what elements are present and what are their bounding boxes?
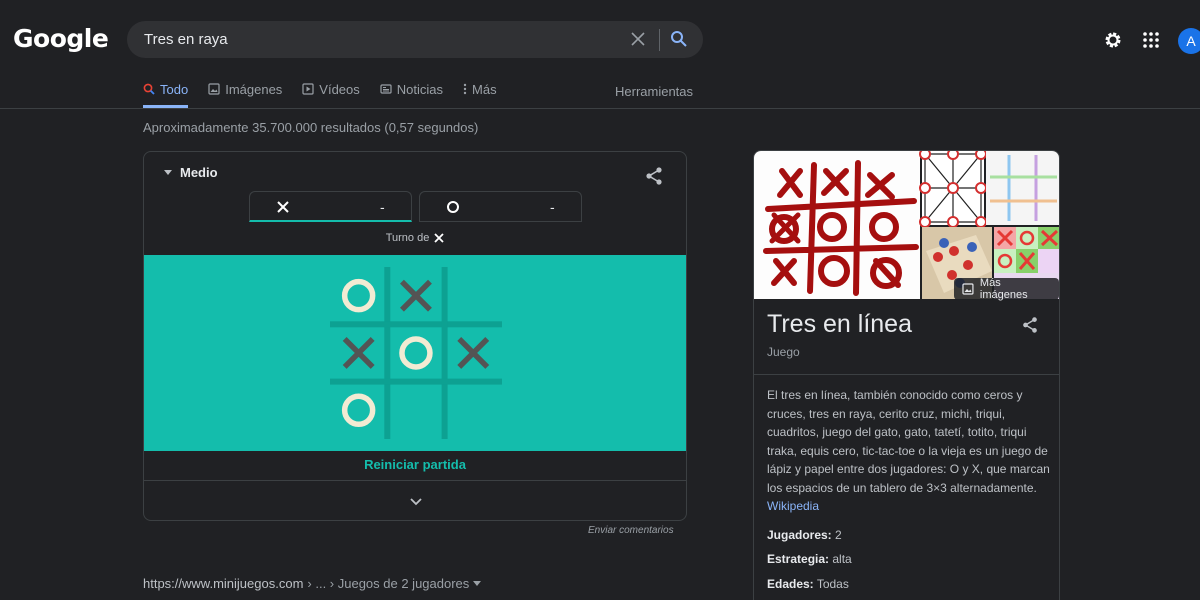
board-cell[interactable] bbox=[448, 270, 499, 321]
search-divider bbox=[659, 29, 660, 51]
caret-down-icon[interactable] bbox=[473, 580, 482, 587]
search-tabs: Todo Imágenes Vídeos Noticias Más bbox=[143, 82, 497, 108]
result-url[interactable]: https://www.minijuegos.com › ... › Juego… bbox=[143, 576, 482, 591]
search-input[interactable]: Tres en raya bbox=[144, 31, 228, 48]
fact-value: 2 bbox=[835, 528, 842, 542]
gear-icon[interactable] bbox=[1103, 30, 1123, 50]
grid-line bbox=[330, 321, 502, 328]
tic-tac-toe-card: Medio - - Turno de Reiniciar partida bbox=[143, 151, 687, 521]
knowledge-panel: Más imágenes Tres en línea Juego El tres… bbox=[753, 150, 1060, 600]
difficulty-label: Medio bbox=[180, 165, 218, 180]
image-icon bbox=[208, 83, 220, 95]
tab-imagenes[interactable]: Imágenes bbox=[208, 82, 282, 108]
difficulty-dropdown[interactable]: Medio bbox=[164, 165, 218, 180]
turn-indicator: Turno de bbox=[144, 232, 686, 244]
image-icon bbox=[962, 283, 974, 295]
search-box[interactable]: Tres en raya bbox=[127, 21, 703, 58]
more-images-button[interactable]: Más imágenes bbox=[954, 277, 1059, 301]
result-breadcrumb: › ... › Juegos de 2 jugadores bbox=[307, 576, 470, 591]
clear-icon[interactable] bbox=[630, 31, 646, 47]
fact-ages: Edades: Todas bbox=[767, 577, 849, 591]
feedback-link[interactable]: Enviar comentarios bbox=[588, 525, 674, 536]
panel-divider bbox=[754, 374, 1059, 375]
tools-button[interactable]: Herramientas bbox=[615, 84, 693, 99]
thumbnail-board-1[interactable] bbox=[919, 151, 987, 228]
description-text: El tres en línea, también conocido como … bbox=[767, 388, 1050, 495]
caret-down-icon bbox=[164, 169, 172, 175]
thumbnail-board-2[interactable] bbox=[986, 151, 1060, 225]
share-icon[interactable] bbox=[644, 166, 664, 186]
panel-title: Tres en línea bbox=[767, 310, 912, 338]
board-cell[interactable] bbox=[333, 270, 384, 321]
tab-label: Todo bbox=[160, 82, 189, 97]
tab-mas[interactable]: Más bbox=[463, 82, 497, 108]
fact-strategy: Estrategia: alta bbox=[767, 552, 852, 566]
fact-value: alta bbox=[832, 552, 852, 566]
x-mark-icon bbox=[434, 233, 444, 243]
main-image[interactable] bbox=[754, 151, 920, 299]
tab-noticias[interactable]: Noticias bbox=[380, 82, 443, 108]
search-icon[interactable] bbox=[670, 30, 688, 48]
restart-button[interactable]: Reiniciar partida bbox=[144, 457, 686, 472]
fact-label: Jugadores: bbox=[767, 528, 832, 542]
tab-label: Imágenes bbox=[225, 82, 283, 97]
board-cell[interactable] bbox=[390, 327, 441, 378]
board-cell[interactable] bbox=[448, 385, 499, 436]
fact-label: Estrategia: bbox=[767, 552, 830, 566]
x-mark-icon bbox=[277, 201, 289, 213]
card-divider bbox=[144, 480, 686, 481]
panel-subtitle: Juego bbox=[767, 345, 800, 359]
play-icon bbox=[302, 83, 314, 95]
news-icon bbox=[380, 84, 392, 94]
o-mark-icon bbox=[447, 201, 459, 213]
player-x-score: - bbox=[380, 199, 385, 215]
turn-label: Turno de bbox=[385, 232, 430, 244]
tab-label: Más bbox=[472, 82, 497, 97]
result-stats: Aproximadamente 35.700.000 resultados (0… bbox=[143, 120, 479, 135]
player-o-score: - bbox=[550, 199, 555, 215]
board-cell[interactable] bbox=[390, 385, 441, 436]
chevron-down-icon[interactable] bbox=[409, 495, 423, 509]
tab-label: Noticias bbox=[396, 82, 444, 97]
more-images-label: Más imágenes bbox=[979, 277, 1028, 301]
result-url-domain[interactable]: https://www.minijuegos.com bbox=[143, 576, 303, 591]
more-vert-icon bbox=[463, 83, 467, 95]
grid-line bbox=[330, 378, 502, 385]
player-x-box: - bbox=[249, 191, 412, 222]
apps-icon[interactable] bbox=[1143, 32, 1159, 48]
fact-players: Jugadores: 2 bbox=[767, 528, 842, 542]
grid-line bbox=[384, 267, 391, 439]
game-board-area bbox=[144, 255, 686, 451]
wikipedia-link[interactable]: Wikipedia bbox=[767, 499, 819, 513]
search-icon bbox=[143, 83, 155, 95]
share-icon[interactable] bbox=[1021, 316, 1039, 334]
game-board[interactable] bbox=[330, 267, 502, 439]
player-o-box: - bbox=[419, 191, 582, 222]
grid-line bbox=[441, 267, 448, 439]
tab-videos[interactable]: Vídeos bbox=[302, 82, 360, 108]
board-cell[interactable] bbox=[333, 385, 384, 436]
google-logo[interactable]: Google bbox=[13, 24, 109, 53]
fact-label: Edades: bbox=[767, 577, 814, 591]
tab-label: Vídeos bbox=[319, 82, 360, 97]
avatar[interactable]: A bbox=[1178, 28, 1200, 54]
tab-todo[interactable]: Todo bbox=[143, 82, 189, 108]
header-divider bbox=[0, 108, 1200, 109]
fact-value: Todas bbox=[816, 577, 849, 591]
panel-description: El tres en línea, también conocido como … bbox=[767, 386, 1052, 516]
